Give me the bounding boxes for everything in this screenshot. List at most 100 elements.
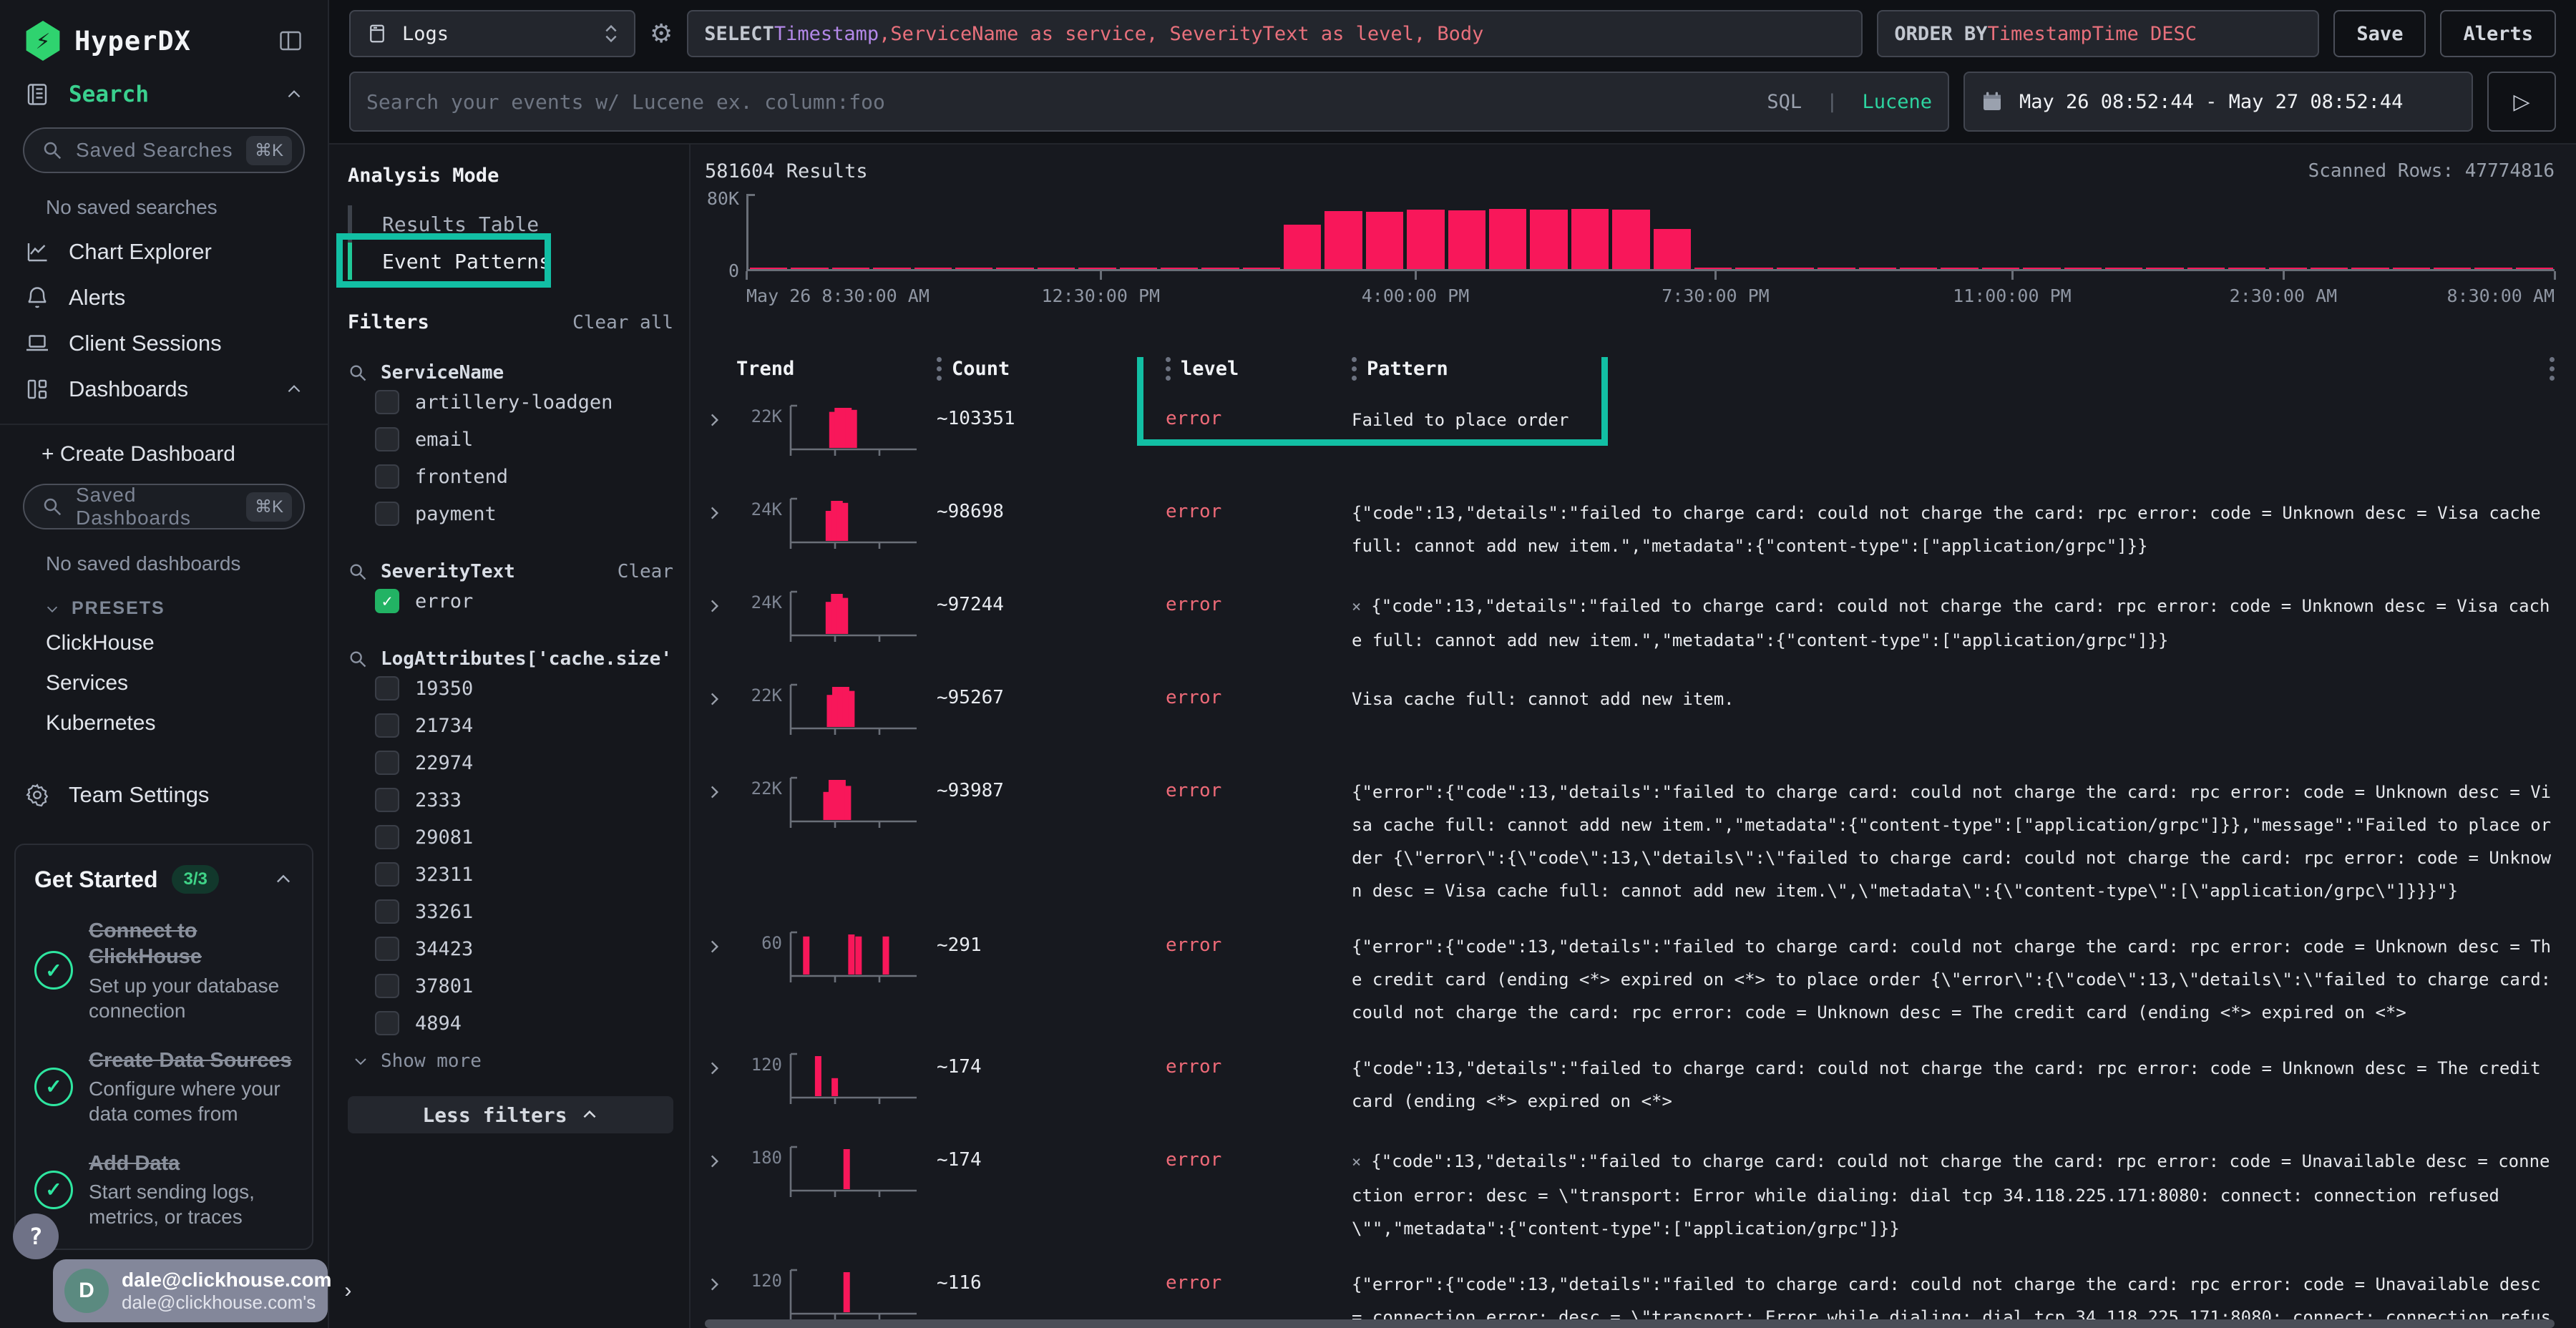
sidebar-item-search[interactable]: Search	[0, 72, 328, 117]
lucene-toggle[interactable]: Lucene	[1862, 91, 1932, 113]
source-selector[interactable]: Logs	[349, 10, 635, 57]
column-header-level[interactable]: level	[1166, 357, 1352, 381]
checkbox[interactable]	[375, 676, 399, 700]
pattern-table-row[interactable]: 22K ~95267 error Visa cache full: cannot…	[705, 681, 2555, 753]
sidebar-item-team-settings[interactable]: Team Settings	[0, 772, 328, 818]
checkbox[interactable]	[375, 899, 399, 924]
checkbox[interactable]	[375, 974, 399, 998]
user-chip[interactable]: D dale@clickhouse.com dale@clickhouse.co…	[53, 1259, 328, 1322]
filter-checkbox-row[interactable]: 33261	[348, 893, 673, 930]
expand-row-icon[interactable]	[705, 1266, 736, 1294]
histogram-bar[interactable]	[1120, 268, 1157, 269]
clear-filter-link[interactable]: Clear	[618, 561, 673, 582]
histogram-bar[interactable]	[2351, 268, 2389, 269]
checkbox[interactable]	[375, 751, 399, 775]
histogram-bar[interactable]	[955, 268, 992, 269]
histogram-bar[interactable]	[1489, 209, 1526, 269]
expand-row-icon[interactable]	[705, 1050, 736, 1078]
expand-row-icon[interactable]	[705, 1143, 736, 1171]
histogram-bar[interactable]	[1324, 211, 1362, 269]
checkbox[interactable]	[375, 713, 399, 738]
checkbox[interactable]	[375, 427, 399, 451]
column-header-trend[interactable]: Trend	[736, 358, 937, 380]
brand[interactable]: ⚡ HyperDX	[24, 21, 191, 61]
run-query-button[interactable]: ▷	[2487, 72, 2556, 132]
horizontal-scrollbar[interactable]	[705, 1319, 2555, 1328]
date-range-picker[interactable]: May 26 08:52:44 - May 27 08:52:44	[1963, 72, 2473, 132]
histogram-bar[interactable]	[2064, 268, 2102, 269]
histogram-bar[interactable]	[1735, 268, 1772, 269]
filter-checkbox-row[interactable]: 4894	[348, 1005, 673, 1042]
checkbox[interactable]	[375, 502, 399, 526]
pattern-table-row[interactable]: 120 ~174 error {"code":13,"details":"fai…	[705, 1050, 2555, 1122]
pattern-table-row[interactable]: 180 ~174 error ×{"code":13,"details":"fa…	[705, 1143, 2555, 1245]
lucene-search-input[interactable]: Search your events w/ Lucene ex. column:…	[349, 72, 1949, 132]
presets-toggle[interactable]: PRESETS	[0, 585, 328, 623]
get-started-item[interactable]: ✓ Create Data Sources Configure where yo…	[34, 1048, 293, 1126]
histogram-bar[interactable]	[2516, 268, 2553, 269]
histogram-bar[interactable]	[2105, 268, 2142, 269]
histogram-bar[interactable]	[2474, 268, 2512, 269]
filter-checkbox-row[interactable]: frontend	[348, 458, 673, 495]
histogram-bar[interactable]	[1530, 210, 1567, 269]
drag-handle-icon[interactable]	[1166, 357, 1171, 381]
checkbox[interactable]	[375, 390, 399, 414]
filter-checkbox-row[interactable]: email	[348, 421, 673, 458]
histogram-bar[interactable]	[832, 268, 869, 269]
preset-clickhouse[interactable]: ClickHouse	[0, 623, 328, 663]
histogram-bar[interactable]	[2146, 268, 2183, 269]
sidebar-item-alerts[interactable]: Alerts	[0, 275, 328, 321]
histogram-bar[interactable]	[1201, 268, 1239, 269]
filter-checkbox-row[interactable]: 34423	[348, 930, 673, 967]
histogram-bar[interactable]	[2023, 268, 2060, 269]
filter-checkbox-row[interactable]: 37801	[348, 967, 673, 1005]
results-histogram[interactable]: 80K 0	[705, 194, 2555, 271]
less-filters-button[interactable]: Less filters	[348, 1096, 673, 1133]
expand-row-icon[interactable]	[705, 588, 736, 615]
drag-handle-icon[interactable]	[1352, 357, 1357, 381]
histogram-bar[interactable]	[2434, 268, 2471, 269]
checkbox[interactable]	[375, 862, 399, 887]
saved-searches-input[interactable]: Saved Searches ⌘K	[23, 127, 305, 173]
histogram-bar[interactable]	[1161, 268, 1198, 269]
histogram-bar[interactable]	[996, 268, 1033, 269]
collapse-sidebar-icon[interactable]	[278, 28, 303, 54]
get-started-item[interactable]: ✓ Add Data Start sending logs, metrics, …	[34, 1151, 293, 1229]
saved-dashboards-input[interactable]: Saved Dashboards ⌘K	[23, 484, 305, 529]
histogram-bar[interactable]	[914, 268, 952, 269]
preset-kubernetes[interactable]: Kubernetes	[0, 703, 328, 743]
histogram-bar[interactable]	[1612, 210, 1649, 269]
pattern-table-row[interactable]: 60 ~291 error {"error":{"code":13,"detai…	[705, 929, 2555, 1029]
expand-row-icon[interactable]	[705, 402, 736, 429]
histogram-bar[interactable]	[1777, 268, 1814, 269]
pattern-table-row[interactable]: 22K ~103351 error Failed to place order	[705, 402, 2555, 474]
histogram-bar[interactable]	[1941, 268, 1978, 269]
chevron-up-icon[interactable]	[285, 380, 303, 399]
pattern-table-row[interactable]: 22K ~93987 error {"error":{"code":13,"de…	[705, 774, 2555, 907]
histogram-bar[interactable]	[1571, 209, 1609, 269]
filter-checkbox-row[interactable]: artillery-loadgen	[348, 384, 673, 421]
help-button[interactable]: ?	[13, 1214, 59, 1259]
analysis-mode-option[interactable]: Event Patterns	[348, 243, 673, 280]
column-header-count[interactable]: Count	[937, 357, 1166, 381]
source-gear-icon[interactable]: ⚙	[650, 19, 673, 49]
chevron-up-icon[interactable]	[285, 85, 303, 104]
histogram-bar[interactable]	[1078, 268, 1116, 269]
histogram-bar[interactable]	[1407, 210, 1444, 269]
histogram-bar[interactable]	[1982, 268, 2019, 269]
filter-checkbox-row[interactable]: ✓ error	[348, 582, 673, 620]
histogram-bar[interactable]	[791, 268, 828, 269]
sidebar-item-client-sessions[interactable]: Client Sessions	[0, 321, 328, 366]
chevron-up-icon[interactable]	[273, 869, 293, 889]
filter-checkbox-row[interactable]: 22974	[348, 744, 673, 781]
expand-row-icon[interactable]	[705, 495, 736, 522]
histogram-bar[interactable]	[1654, 229, 1691, 269]
histogram-bar[interactable]	[1366, 212, 1403, 269]
column-header-pattern[interactable]: Pattern	[1352, 357, 2555, 381]
checkbox[interactable]	[375, 1011, 399, 1035]
checkbox[interactable]	[375, 825, 399, 849]
histogram-bar[interactable]	[1818, 268, 1855, 269]
sidebar-item-chart-explorer[interactable]: Chart Explorer	[0, 229, 328, 275]
get-started-item[interactable]: ✓ Connect to ClickHouse Set up your data…	[34, 918, 293, 1023]
checkbox[interactable]	[375, 464, 399, 489]
